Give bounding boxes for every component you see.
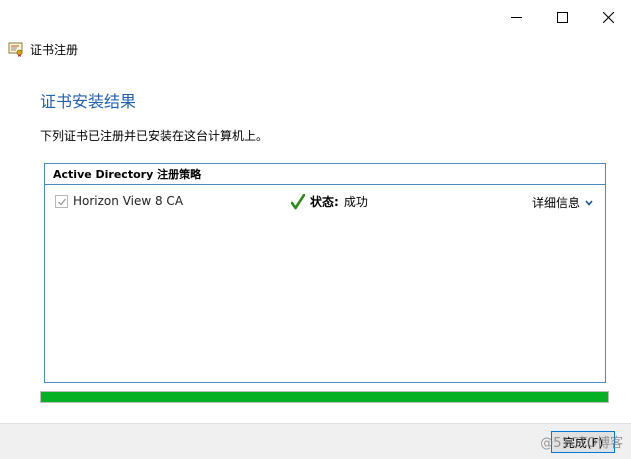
details-toggle[interactable]: 详细信息 [532, 194, 593, 211]
certificate-icon [8, 42, 23, 57]
minimize-icon [510, 16, 522, 18]
status-group: 状态: 成功 [291, 193, 368, 210]
minimize-button[interactable] [493, 0, 539, 34]
results-list: Active Directory 注册策略 Horizon View 8 CA … [44, 163, 606, 383]
close-button[interactable] [585, 0, 631, 34]
close-icon [602, 11, 614, 23]
progress-bar [40, 391, 609, 403]
details-label: 详细信息 [531, 196, 580, 210]
checkmark-icon [58, 198, 67, 206]
window-title: 证书注册 [30, 42, 79, 57]
progress-fill [41, 392, 608, 402]
certificate-enrollment-window: 证书注册 证书安装结果 下列证书已注册并已安装在这台计算机上。 Active D… [0, 0, 631, 459]
caption-buttons [493, 0, 631, 34]
page-heading: 证书安装结果 [40, 92, 137, 111]
finish-button[interactable]: 完成(F) [551, 431, 615, 453]
window-header: 证书注册 [8, 39, 78, 59]
status-value: 成功 [343, 195, 368, 209]
status-label: 状态: [310, 195, 339, 209]
footer-bar [0, 423, 631, 459]
certificate-checkbox[interactable] [55, 195, 68, 208]
result-row: Horizon View 8 CA 状态: 成功 详细信息 [45, 192, 605, 212]
page-description: 下列证书已注册并已安装在这台计算机上。 [40, 129, 269, 143]
maximize-button[interactable] [539, 0, 585, 34]
success-check-icon [291, 193, 305, 209]
chevron-down-icon [585, 199, 593, 206]
certificate-name: Horizon View 8 CA [73, 194, 184, 208]
policy-group-header: Active Directory 注册策略 [45, 164, 605, 185]
maximize-icon [556, 11, 568, 23]
